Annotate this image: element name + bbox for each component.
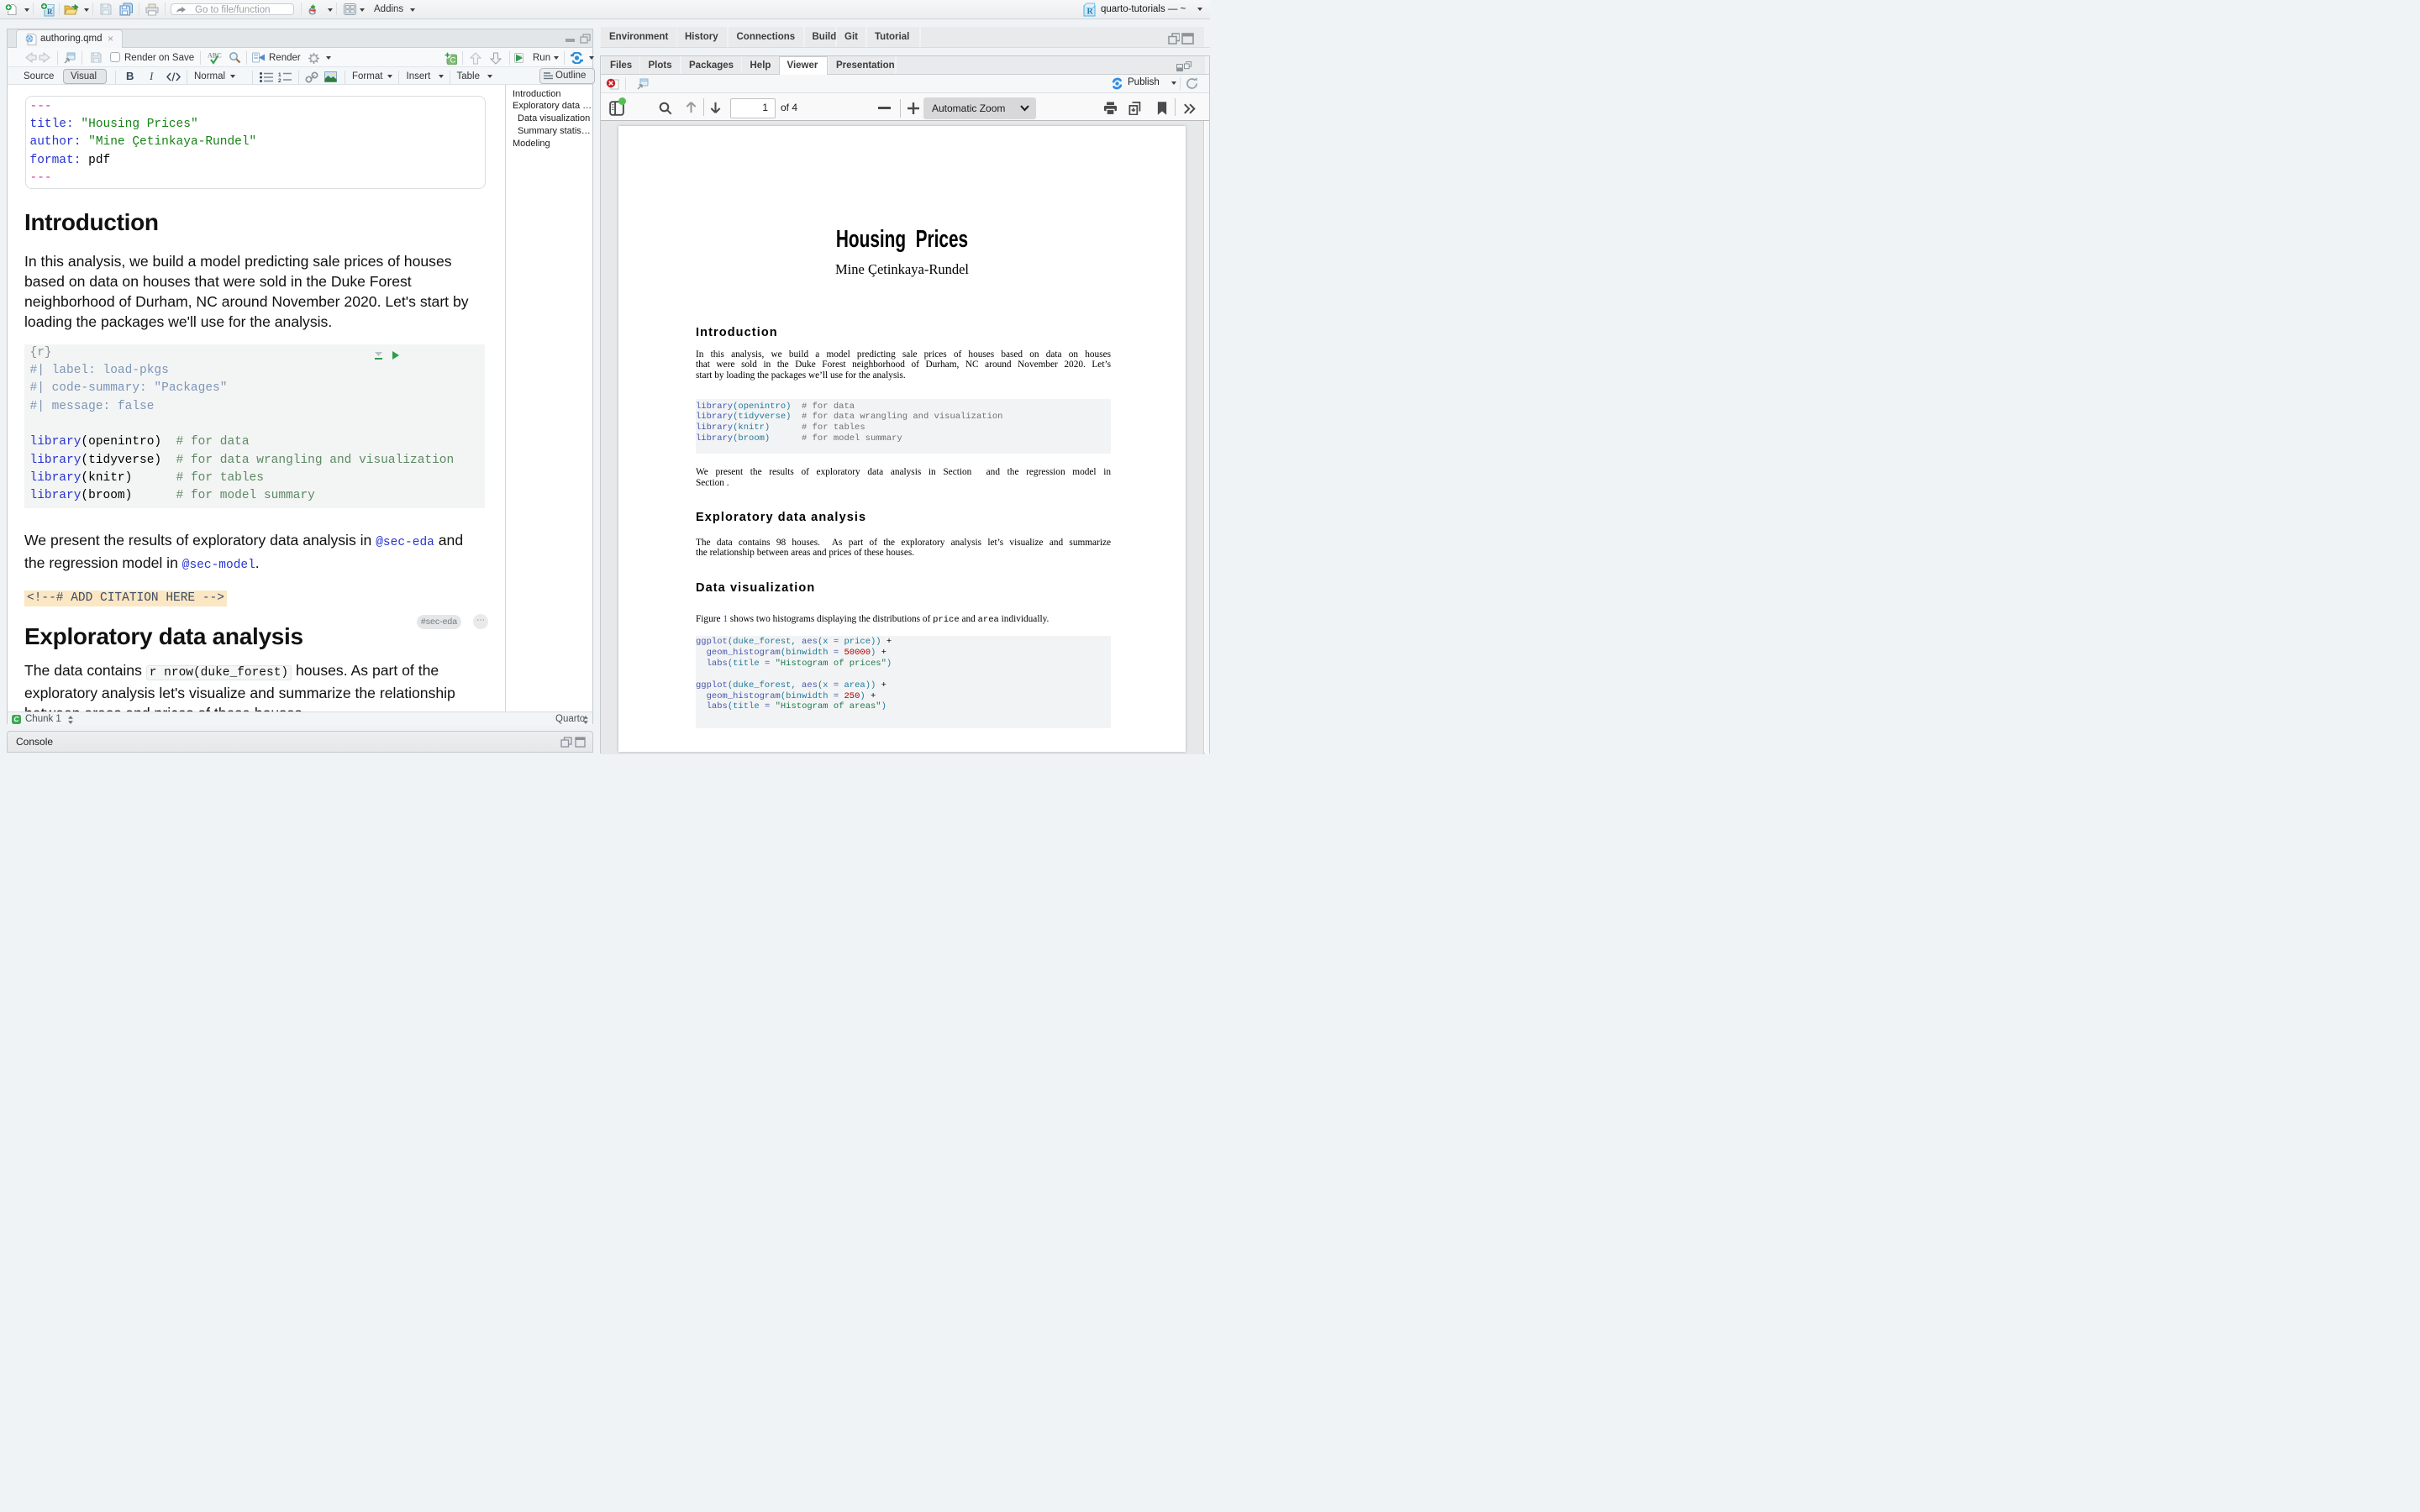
svg-text:R: R bbox=[1087, 7, 1094, 16]
svg-text:2: 2 bbox=[278, 78, 281, 82]
svg-text:C: C bbox=[450, 56, 456, 66]
svg-text:ABC: ABC bbox=[208, 52, 222, 60]
svg-text:1: 1 bbox=[278, 72, 281, 78]
svg-text:R: R bbox=[47, 8, 53, 16]
